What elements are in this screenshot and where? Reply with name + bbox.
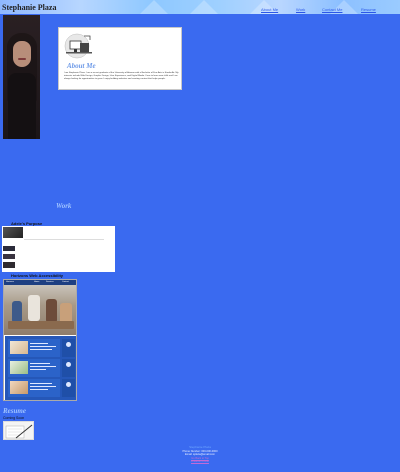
nav-work-link[interactable]: Work bbox=[296, 7, 305, 12]
preview-content bbox=[5, 336, 76, 400]
header-decoration bbox=[190, 0, 218, 14]
about-title: About Me bbox=[67, 62, 96, 70]
project-thumbnail[interactable] bbox=[3, 262, 15, 268]
profile-photo bbox=[3, 15, 40, 139]
site-header: Stephanie Plaza About Me Work Contact Me… bbox=[0, 0, 400, 14]
about-card: About Me I am Stephanie Plaza. I am a re… bbox=[58, 27, 182, 90]
header-decoration bbox=[140, 0, 168, 14]
project-thumbnail[interactable] bbox=[3, 227, 23, 238]
project-thumbnail[interactable] bbox=[3, 246, 15, 251]
adele-project-card bbox=[2, 226, 115, 272]
resume-heading: Resume bbox=[3, 407, 26, 415]
work-heading: Work bbox=[56, 202, 72, 210]
site-footer: Stephanie Plaza Phone Number: 000-000-00… bbox=[150, 445, 250, 464]
horizons-preview[interactable]: Horizons Home Services Contact bbox=[3, 279, 77, 401]
project-thumbnail[interactable] bbox=[3, 254, 15, 259]
nav-contact-link[interactable]: Contact Me bbox=[322, 7, 342, 12]
site-title: Stephanie Plaza bbox=[2, 3, 57, 12]
preview-hero-image bbox=[4, 285, 76, 335]
desk-computer-icon bbox=[64, 33, 92, 59]
notebook-pen-icon bbox=[5, 424, 33, 439]
resume-status: Coming Soon bbox=[3, 416, 25, 420]
nav-about-link[interactable]: About Me bbox=[261, 7, 278, 12]
nav-resume-link[interactable]: Resume bbox=[361, 7, 376, 12]
footer-linkedin-link[interactable]: LinkedIn Profile bbox=[150, 460, 250, 464]
about-text: I am Stephanie Plaza. I am a recent grad… bbox=[64, 72, 179, 80]
project-title-horizons[interactable]: Horizons Web Accessibility bbox=[11, 273, 63, 278]
divider bbox=[24, 239, 104, 240]
resume-image bbox=[3, 421, 34, 440]
